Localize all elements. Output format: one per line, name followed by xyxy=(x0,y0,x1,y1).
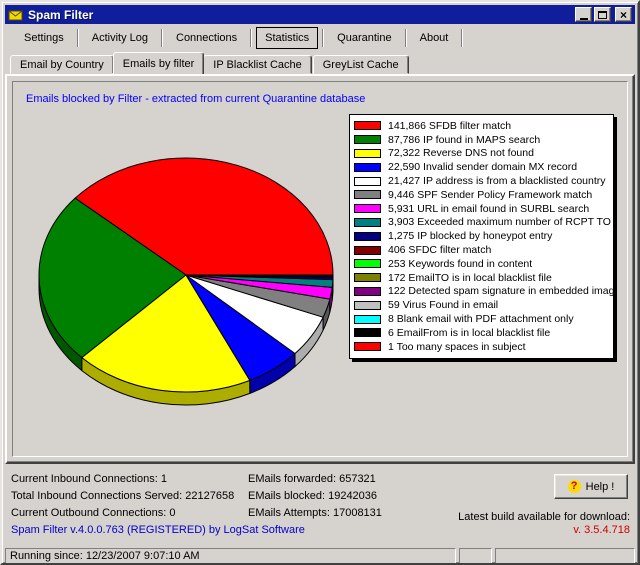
spam-filter-window: Spam Filter × SettingsActivity LogConnec… xyxy=(0,0,640,565)
legend-label: 122 Detected spam signature in embedded … xyxy=(388,285,614,297)
legend-label: 87,786 IP found in MAPS search xyxy=(388,134,540,146)
legend-swatch xyxy=(354,246,381,255)
subtab-greylist-cache[interactable]: GreyList Cache xyxy=(313,55,409,74)
help-button-label: Help ! xyxy=(586,481,615,493)
status-section-1: Running since: 12/23/2007 9:07:10 AM xyxy=(5,548,456,564)
legend-item: 6 EmailFrom is in local blacklist file xyxy=(354,326,613,340)
subtab-email-by-country[interactable]: Email by Country xyxy=(10,55,114,74)
chart-title: Emails blocked by Filter - extracted fro… xyxy=(26,93,365,105)
legend-item: 8 Blank email with PDF attachment only xyxy=(354,312,613,326)
status-section-3 xyxy=(495,548,635,564)
tab-separator xyxy=(250,29,252,47)
help-button[interactable]: ? Help ! xyxy=(554,474,628,499)
legend-item: 21,427 IP address is from a blacklisted … xyxy=(354,174,613,188)
info-panel: Current Inbound Connections: 1Total Inbo… xyxy=(5,464,635,547)
stat-emails-forwarded: EMails forwarded: 657321 xyxy=(248,471,382,488)
tab-activity-log[interactable]: Activity Log xyxy=(79,27,161,49)
legend-label: 1 Too many spaces in subject xyxy=(388,341,526,353)
legend-item: 3,903 Exceeded maximum number of RCPT TO xyxy=(354,216,613,230)
legend-item: 22,590 Invalid sender domain MX record xyxy=(354,160,613,174)
legend-item: 59 Virus Found in email xyxy=(354,298,613,312)
chart-panel: Emails blocked by Filter - extracted fro… xyxy=(12,81,628,457)
email-stats: EMails forwarded: 657321EMails blocked: … xyxy=(248,471,382,522)
tab-connections[interactable]: Connections xyxy=(163,27,250,49)
legend-label: 6 EmailFrom is in local blacklist file xyxy=(388,327,550,339)
connection-stats: Current Inbound Connections: 1Total Inbo… xyxy=(11,471,234,522)
legend-item: 1,275 IP blocked by honeypot entry xyxy=(354,229,613,243)
tab-quarantine[interactable]: Quarantine xyxy=(324,27,404,49)
sub-tab-bar: Email by CountryEmails by filterIP Black… xyxy=(5,52,635,74)
legend-swatch xyxy=(354,328,381,337)
legend-label: 253 Keywords found in content xyxy=(388,258,532,270)
registration-text: Spam Filter v.4.0.0.763 (REGISTERED) by … xyxy=(11,524,305,536)
legend-label: 22,590 Invalid sender domain MX record xyxy=(388,161,577,173)
legend-swatch xyxy=(354,315,381,324)
legend-item: 253 Keywords found in content xyxy=(354,257,613,271)
legend-swatch xyxy=(354,190,381,199)
stat-current-inbound-connections: Current Inbound Connections: 1 xyxy=(11,471,234,488)
tab-separator xyxy=(461,29,463,47)
close-button[interactable]: × xyxy=(615,7,632,22)
status-section-2 xyxy=(459,548,492,564)
legend-swatch xyxy=(354,177,381,186)
subtab-ip-blacklist-cache[interactable]: IP Blacklist Cache xyxy=(203,55,311,74)
legend-swatch xyxy=(354,204,381,213)
maximize-button[interactable] xyxy=(594,7,611,22)
chart-legend: 141,866 SFDB filter match 87,786 IP found… xyxy=(349,114,614,359)
question-mark-icon: ? xyxy=(568,480,581,493)
legend-item: 172 EmailTO is in local blacklist file xyxy=(354,271,613,285)
tab-about[interactable]: About xyxy=(407,27,462,49)
legend-label: 172 EmailTO is in local blacklist file xyxy=(388,272,552,284)
legend-label: 141,866 SFDB filter match xyxy=(388,120,511,132)
legend-item: 141,866 SFDB filter match xyxy=(354,119,613,133)
legend-item: 122 Detected spam signature in embedded … xyxy=(354,285,613,299)
legend-item: 87,786 IP found in MAPS search xyxy=(354,133,613,147)
stat-current-outbound-connections: Current Outbound Connections: 0 xyxy=(11,505,234,522)
legend-swatch xyxy=(354,135,381,144)
legend-swatch xyxy=(354,287,381,296)
status-bar: Running since: 12/23/2007 9:07:10 AM xyxy=(5,548,635,564)
stat-total-inbound-connections-served: Total Inbound Connections Served: 221276… xyxy=(11,488,234,505)
legend-swatch xyxy=(354,232,381,241)
stat-emails-attempts: EMails Attempts: 17008131 xyxy=(248,505,382,522)
legend-swatch xyxy=(354,259,381,268)
subtab-emails-by-filter[interactable]: Emails by filter xyxy=(113,52,205,74)
tab-settings[interactable]: Settings xyxy=(11,27,77,49)
legend-label: 5,931 URL in email found in SURBL search xyxy=(388,203,589,215)
envelope-icon xyxy=(8,9,24,21)
legend-item: 9,446 SPF Sender Policy Framework match xyxy=(354,188,613,202)
window-title: Spam Filter xyxy=(28,8,573,22)
statistics-tab-page: Emails blocked by Filter - extracted fro… xyxy=(5,74,635,464)
minimize-button[interactable] xyxy=(575,7,592,22)
stat-emails-blocked: EMails blocked: 19242036 xyxy=(248,488,382,505)
legend-item: 72,322 Reverse DNS not found xyxy=(354,147,613,161)
legend-label: 72,322 Reverse DNS not found xyxy=(388,147,534,159)
legend-label: 9,446 SPF Sender Policy Framework match xyxy=(388,189,592,201)
legend-item: 1 Too many spaces in subject xyxy=(354,340,613,354)
legend-item: 406 SFDC filter match xyxy=(354,243,613,257)
legend-swatch xyxy=(354,342,381,351)
legend-swatch xyxy=(354,218,381,227)
main-tab-bar: SettingsActivity LogConnections Statistic… xyxy=(5,24,635,52)
tab-statistics[interactable]: Statistics xyxy=(256,27,318,49)
legend-label: 1,275 IP blocked by honeypot entry xyxy=(388,230,552,242)
legend-swatch xyxy=(354,149,381,158)
legend-label: 21,427 IP address is from a blacklisted … xyxy=(388,175,606,187)
legend-swatch xyxy=(354,121,381,130)
latest-build-label: Latest build available for download: xyxy=(458,511,630,523)
legend-item: 5,931 URL in email found in SURBL search xyxy=(354,202,613,216)
legend-label: 8 Blank email with PDF attachment only xyxy=(388,313,574,325)
legend-swatch xyxy=(354,163,381,172)
latest-build-version: v. 3.5.4.718 xyxy=(573,524,630,536)
legend-label: 3,903 Exceeded maximum number of RCPT TO xyxy=(388,216,611,228)
legend-label: 406 SFDC filter match xyxy=(388,244,491,256)
titlebar[interactable]: Spam Filter × xyxy=(5,5,635,24)
legend-label: 59 Virus Found in email xyxy=(388,299,498,311)
legend-swatch xyxy=(354,273,381,282)
legend-swatch xyxy=(354,301,381,310)
